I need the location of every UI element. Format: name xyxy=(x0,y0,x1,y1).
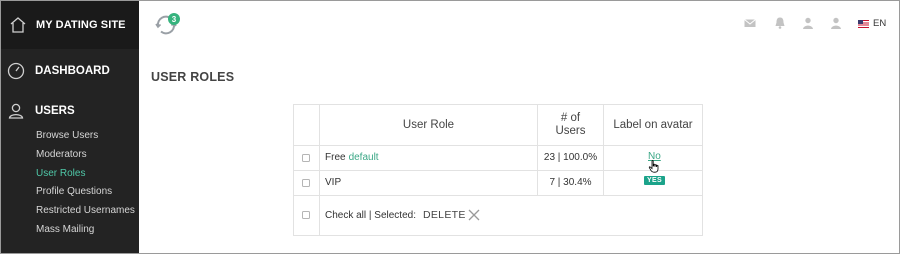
language-selector[interactable]: EN xyxy=(858,18,886,29)
user-icon xyxy=(8,103,24,119)
sidebar: MY DATING SITE DASHBOARD USERS Browse Us… xyxy=(1,1,139,253)
page-title: USER ROLES xyxy=(151,70,235,84)
delete-button[interactable]: DELETE xyxy=(423,209,466,221)
app-window: MY DATING SITE DASHBOARD USERS Browse Us… xyxy=(0,0,900,254)
header-user-role[interactable]: User Role xyxy=(320,119,537,132)
avatar-label-badge[interactable]: YES xyxy=(644,176,665,185)
nav-dashboard-label: DASHBOARD xyxy=(35,65,110,77)
bell-icon[interactable] xyxy=(773,16,787,30)
header-users-line2: Users xyxy=(555,125,586,137)
hand-pointer-cursor-icon xyxy=(648,160,659,173)
sidebar-item-moderators[interactable]: Moderators xyxy=(36,149,87,160)
sidebar-item-restricted-usernames[interactable]: Restricted Usernames xyxy=(36,205,135,216)
sidebar-item-mass-mailing[interactable]: Mass Mailing xyxy=(36,224,94,235)
user-roles-table: User Role # of Users Label on avatar Fre… xyxy=(293,104,703,236)
header-users-count[interactable]: # of Users xyxy=(538,112,603,138)
role-name: Free xyxy=(325,152,346,163)
check-all-label: Check all | Selected: xyxy=(325,210,416,221)
language-code: EN xyxy=(873,18,887,29)
users-count-cell: 23 | 100.0% xyxy=(543,152,598,163)
default-tag: default xyxy=(348,152,379,163)
row-divider xyxy=(294,145,702,146)
sidebar-item-user-roles[interactable]: User Roles xyxy=(36,168,85,179)
nav-users-label: USERS xyxy=(35,105,75,117)
users-count-cell: 7 | 30.4% xyxy=(549,177,592,188)
sync-count-badge: 3 xyxy=(168,13,180,25)
close-icon[interactable] xyxy=(468,209,480,221)
row-divider xyxy=(294,170,702,171)
nav-dashboard[interactable]: DASHBOARD xyxy=(1,58,110,84)
row-checkbox[interactable] xyxy=(302,154,310,162)
brand-title: MY DATING SITE xyxy=(36,19,126,31)
sidebar-item-profile-questions[interactable]: Profile Questions xyxy=(36,186,112,197)
sidebar-item-browse-users[interactable]: Browse Users xyxy=(36,130,98,141)
mail-icon[interactable] xyxy=(743,16,757,30)
gauge-icon xyxy=(7,62,25,80)
header-label-on-avatar[interactable]: Label on avatar xyxy=(604,119,702,132)
row-divider xyxy=(294,195,702,196)
brand-link[interactable]: MY DATING SITE xyxy=(1,1,139,49)
nav-users[interactable]: USERS xyxy=(1,98,75,124)
row-checkbox[interactable] xyxy=(302,179,310,187)
role-name[interactable]: VIP xyxy=(325,177,341,188)
user-profile-icon[interactable] xyxy=(801,16,815,30)
home-icon xyxy=(10,17,26,33)
us-flag-icon xyxy=(858,19,869,28)
check-all-checkbox[interactable] xyxy=(302,211,310,219)
role-name-cell[interactable]: Free default xyxy=(325,152,379,163)
account-icon[interactable] xyxy=(829,16,843,30)
header-users-line1: # of xyxy=(560,112,581,124)
